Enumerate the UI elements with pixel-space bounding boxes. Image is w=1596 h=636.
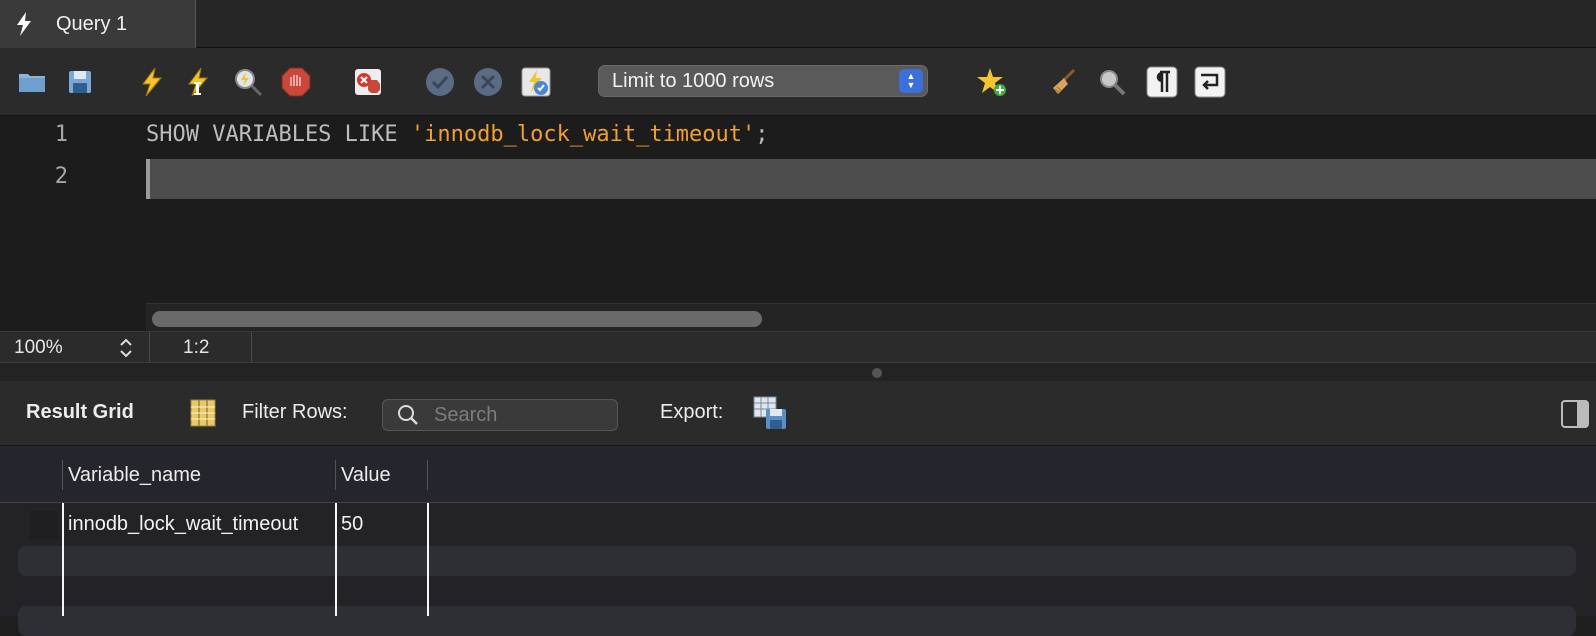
tab-query-1[interactable]: Query 1 — [0, 0, 196, 48]
export-label: Export: — [660, 401, 724, 423]
execute-button[interactable] — [134, 64, 170, 100]
save-button[interactable] — [62, 64, 98, 100]
filter-search-input[interactable] — [434, 403, 604, 427]
wrap-lines-icon — [1194, 66, 1226, 98]
result-grid-title[interactable]: Result Grid — [26, 401, 134, 424]
scrollbar-thumb[interactable] — [152, 311, 762, 327]
toggle-stop-on-error-button[interactable] — [350, 64, 386, 100]
add-snippet-button[interactable] — [974, 64, 1010, 100]
column-divider[interactable] — [335, 460, 336, 490]
column-gridline — [62, 503, 64, 616]
column-gridline — [427, 503, 429, 616]
toggle-error-stop-icon — [355, 69, 381, 95]
sql-string: 'innodb_lock_wait_timeout' — [410, 122, 756, 147]
cell-value[interactable]: 50 — [341, 513, 363, 536]
stop-button[interactable] — [278, 64, 314, 100]
beautify-icon — [1053, 68, 1076, 94]
add-snippet-icon — [977, 68, 1006, 96]
status-divider — [149, 332, 150, 364]
save-icon — [69, 71, 91, 93]
tab-label: Query 1 — [56, 12, 128, 35]
column-gridline — [335, 503, 337, 616]
lightning-icon — [17, 12, 31, 36]
find-button[interactable] — [1094, 64, 1130, 100]
open-file-button[interactable] — [14, 64, 50, 100]
invisible-chars-button[interactable] — [1144, 64, 1180, 100]
export-icon[interactable] — [752, 395, 788, 431]
execute-icon — [142, 67, 163, 97]
column-divider[interactable] — [427, 460, 428, 490]
table-row[interactable]: innodb_lock_wait_timeout 50 — [0, 503, 1596, 543]
sql-keywords: SHOW VARIABLES LIKE — [146, 122, 411, 147]
filter-rows-label: Filter Rows: — [242, 401, 348, 423]
empty-row — [18, 546, 1576, 576]
result-grid[interactable]: Variable_name Value innodb_lock_wait_tim… — [0, 446, 1596, 636]
grid-header: Variable_name Value — [0, 446, 1596, 503]
beautify-button[interactable] — [1046, 64, 1082, 100]
select-chevron-icon: ▲ ▼ — [899, 69, 923, 93]
horizontal-scrollbar[interactable] — [146, 303, 1596, 331]
filter-search-box[interactable] — [382, 399, 618, 431]
wrap-lines-button[interactable] — [1192, 64, 1228, 100]
code-line[interactable]: SHOW VARIABLES LIKE 'innodb_lock_wait_ti… — [146, 122, 769, 147]
panel-splitter[interactable] — [0, 363, 1596, 381]
explain-icon — [235, 69, 263, 97]
commit-icon — [426, 68, 454, 96]
autocommit-icon — [521, 67, 551, 97]
search-icon — [398, 405, 418, 425]
column-header-variable-name[interactable]: Variable_name — [68, 464, 201, 487]
open-folder-icon — [19, 74, 45, 92]
column-header-value[interactable]: Value — [341, 464, 391, 487]
execute-current-button[interactable] — [180, 64, 216, 100]
result-toolbar: Result Grid Filter Rows: Export: — [0, 381, 1596, 446]
line-number-gutter: 1 2 — [0, 117, 140, 331]
cell-variable-name[interactable]: innodb_lock_wait_timeout — [68, 513, 298, 536]
commit-button[interactable] — [422, 64, 458, 100]
row-selector[interactable] — [30, 511, 58, 539]
zoom-level[interactable]: 100% — [14, 337, 63, 359]
explain-button[interactable] — [230, 64, 266, 100]
rollback-button[interactable] — [470, 64, 506, 100]
rollback-icon — [474, 68, 502, 96]
autocommit-button[interactable] — [518, 64, 554, 100]
limit-rows-value: Limit to 1000 rows — [612, 69, 775, 92]
side-panel-toggle-icon[interactable] — [1561, 400, 1589, 428]
invisible-chars-icon — [1146, 66, 1178, 98]
current-line-highlight — [146, 159, 1596, 199]
column-divider[interactable] — [62, 460, 63, 490]
sql-toolbar: Limit to 1000 rows ▲ ▼ — [0, 48, 1596, 116]
execute-current-icon — [188, 67, 209, 97]
sql-editor[interactable]: 1 2 SHOW VARIABLES LIKE 'innodb_lock_wai… — [0, 117, 1596, 331]
splitter-handle-icon[interactable] — [872, 368, 882, 378]
sql-semicolon: ; — [755, 122, 769, 147]
grid-view-icon[interactable] — [190, 399, 216, 427]
text-caret — [146, 159, 150, 199]
empty-row — [18, 606, 1576, 636]
line-number: 1 — [54, 122, 68, 147]
editor-status-bar: 100% 1:2 — [0, 331, 1596, 364]
find-icon — [1100, 70, 1126, 96]
tab-bar: Query 1 — [0, 0, 1596, 48]
limit-rows-select[interactable]: Limit to 1000 rows ▲ ▼ — [598, 65, 928, 97]
status-divider — [251, 332, 252, 364]
line-number: 2 — [54, 164, 68, 189]
zoom-stepper-icon[interactable] — [118, 336, 134, 360]
stop-icon — [281, 67, 311, 97]
cursor-position: 1:2 — [183, 337, 210, 358]
